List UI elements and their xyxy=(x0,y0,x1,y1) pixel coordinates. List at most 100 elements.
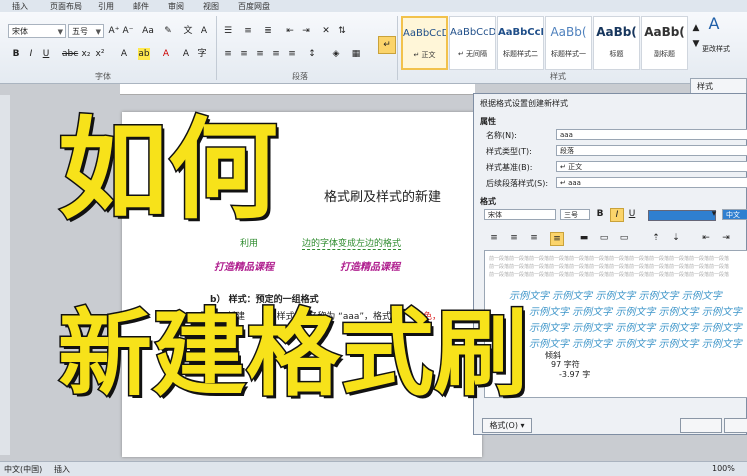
tab-baidu-netdisk[interactable]: 百度网盘 xyxy=(238,1,270,12)
format-button[interactable]: 格式(O) ▾ xyxy=(482,418,532,433)
dialog-align-left-icon[interactable]: ≡ xyxy=(488,232,500,244)
bold-icon[interactable]: B xyxy=(10,48,22,60)
style-normal[interactable]: AaBbCcDc ↵ 正文 xyxy=(401,16,448,70)
dialog-align-right-icon[interactable]: ≡ xyxy=(528,232,540,244)
group-styles-label: 样式 xyxy=(550,72,566,81)
decrease-indent-icon[interactable]: ⇤ xyxy=(284,25,296,37)
status-bar: 中文(中国) 插入 100% xyxy=(0,461,747,476)
dialog-underline-icon[interactable]: U xyxy=(626,208,638,220)
tab-insert[interactable]: 插入 xyxy=(12,1,28,12)
dialog-justify-icon[interactable]: ≡ xyxy=(550,232,564,246)
group-font-label: 字体 xyxy=(95,72,111,81)
next-select[interactable]: ↵ aaa xyxy=(556,177,747,188)
italic-icon[interactable]: I xyxy=(25,48,37,60)
dialog-align-center-icon[interactable]: ≡ xyxy=(508,232,520,244)
cancel-button[interactable] xyxy=(724,418,747,433)
style-preview: AaBb( xyxy=(644,25,685,39)
grow-font-icon[interactable]: A⁺ xyxy=(108,25,120,37)
style-name: ↵ 正文 xyxy=(413,51,436,59)
status-insert-mode[interactable]: 插入 xyxy=(54,464,70,475)
style-preview: AaBb( xyxy=(596,25,637,39)
style-subtitle[interactable]: AaBb(副标题 xyxy=(641,16,688,70)
style-heading-one[interactable]: AaBb(标题样式一 xyxy=(545,16,592,70)
ok-button[interactable] xyxy=(680,418,722,433)
dialog-bold-icon[interactable]: B xyxy=(594,208,606,220)
text-effect-icon[interactable]: A xyxy=(118,48,130,60)
tab-review[interactable]: 审阅 xyxy=(168,1,184,12)
change-styles-label[interactable]: 更改样式 xyxy=(702,44,730,54)
dialog-spacing-double-icon[interactable]: ▭ xyxy=(618,232,630,244)
dialog-lang-select[interactable]: 中文 xyxy=(722,209,747,220)
multilevel-list-icon[interactable]: ≣ xyxy=(262,25,274,37)
dialog-decrease-indent-icon[interactable]: ⇤ xyxy=(700,232,712,244)
tab-page-layout[interactable]: 页面布局 xyxy=(50,1,82,12)
subscript-icon[interactable]: x₂ xyxy=(80,48,92,60)
show-marks-icon[interactable]: ↵ xyxy=(378,36,396,54)
status-language[interactable]: 中文(中国) xyxy=(4,464,42,475)
shrink-font-icon[interactable]: A⁻ xyxy=(122,25,134,37)
borders-icon[interactable]: ▦ xyxy=(350,48,362,60)
type-select[interactable]: 段落 xyxy=(556,145,747,156)
style-title[interactable]: AaBb(标题 xyxy=(593,16,640,70)
line-spacing-icon[interactable]: ↕ xyxy=(306,48,318,60)
justify-icon[interactable]: ≡ xyxy=(270,48,282,60)
style-no-spacing[interactable]: AaBbCcDc ↵ 无间隔 xyxy=(449,16,496,70)
base-label: 样式基准(B): xyxy=(486,163,533,172)
dialog-increase-indent-icon[interactable]: ⇥ xyxy=(720,232,732,244)
font-color-icon[interactable]: A xyxy=(160,48,172,60)
phonetic-icon[interactable]: 文 xyxy=(182,25,194,37)
chevron-down-icon: ▼ xyxy=(57,28,63,36)
align-right-icon[interactable]: ≡ xyxy=(254,48,266,60)
chevron-down-icon[interactable]: ▾ xyxy=(708,208,720,220)
tab-mailings[interactable]: 邮件 xyxy=(133,1,149,12)
styles-scroll-up-icon[interactable]: ▲ xyxy=(690,22,702,34)
bullets-icon[interactable]: ☰ xyxy=(222,25,234,37)
base-select[interactable]: ↵ 正文 xyxy=(556,161,747,172)
dialog-size-select[interactable]: 三号 xyxy=(560,209,590,220)
sort-icon[interactable]: ⇅ xyxy=(336,25,348,37)
distributed-icon[interactable]: ≡ xyxy=(286,48,298,60)
preview-sample-text: 示例文字 示例文字 示例文字 示例文字 示例文字 xyxy=(509,291,722,302)
style-heading-two[interactable]: AaBbCcI 标题样式二 xyxy=(497,16,544,70)
clear-format-icon[interactable]: ✎ xyxy=(162,25,174,37)
change-styles-icon[interactable]: A xyxy=(708,16,720,32)
highlight-icon[interactable]: ab xyxy=(138,48,150,60)
numbering-icon[interactable]: ≡ xyxy=(242,25,254,37)
align-center-icon[interactable]: ≡ xyxy=(238,48,250,60)
dialog-italic-icon[interactable]: I xyxy=(610,208,624,222)
styles-pane-header[interactable]: 样式 xyxy=(690,78,747,94)
doc-heading: 格式刷及样式的新建 xyxy=(324,190,442,205)
dialog-space-after-icon[interactable]: ⇣ xyxy=(670,232,682,244)
font-name-select[interactable]: 宋体 ▼ xyxy=(8,24,66,38)
superscript-icon[interactable]: x² xyxy=(94,48,106,60)
dialog-spacing-single-icon[interactable]: ▬ xyxy=(578,232,590,244)
tab-view[interactable]: 视图 xyxy=(203,1,219,12)
doc-line-1: 边的字体变成左边的格式 xyxy=(302,236,402,250)
section-properties: 属性 xyxy=(480,117,496,126)
horizontal-ruler[interactable] xyxy=(120,84,475,95)
styles-scroll-down-icon[interactable]: ▼ xyxy=(690,38,702,50)
shading-icon[interactable]: ◈ xyxy=(330,48,342,60)
underline-icon[interactable]: U xyxy=(40,48,52,60)
font-size-select[interactable]: 五号 ▼ xyxy=(68,24,104,38)
style-preview: AaBbCcDc xyxy=(403,28,446,39)
enclose-char-icon[interactable]: 字 xyxy=(196,48,208,60)
tab-references[interactable]: 引用 xyxy=(98,1,114,12)
dialog-font-select[interactable]: 宋体 xyxy=(484,209,556,220)
status-zoom[interactable]: 100% xyxy=(712,464,735,473)
name-input[interactable]: aaa xyxy=(556,129,747,140)
dialog-color-select[interactable] xyxy=(648,210,716,221)
change-case-icon[interactable]: Aa xyxy=(142,25,154,37)
char-border-icon[interactable]: A xyxy=(198,25,210,37)
char-shading-icon[interactable]: A xyxy=(180,48,192,60)
chinese-layout-icon[interactable]: ✕ xyxy=(320,25,332,37)
vertical-ruler[interactable] xyxy=(0,95,10,455)
strikethrough-icon[interactable]: abc xyxy=(62,48,78,60)
overlay-title-line-1: 如何 xyxy=(57,106,280,234)
preview-prev-paragraph: 前一段落前一段落前一段落前一段落前一段落前一段落前一段落前一段落前一段落前一段落… xyxy=(489,256,730,262)
align-left-icon[interactable]: ≡ xyxy=(222,48,234,60)
ribbon: 宋体 ▼ 五号 ▼ A⁺ A⁻ Aa ✎ 文 A B I U abc x₂ x² A… xyxy=(0,12,747,94)
dialog-spacing-half-icon[interactable]: ▭ xyxy=(598,232,610,244)
dialog-space-before-icon[interactable]: ⇡ xyxy=(650,232,662,244)
increase-indent-icon[interactable]: ⇥ xyxy=(300,25,312,37)
